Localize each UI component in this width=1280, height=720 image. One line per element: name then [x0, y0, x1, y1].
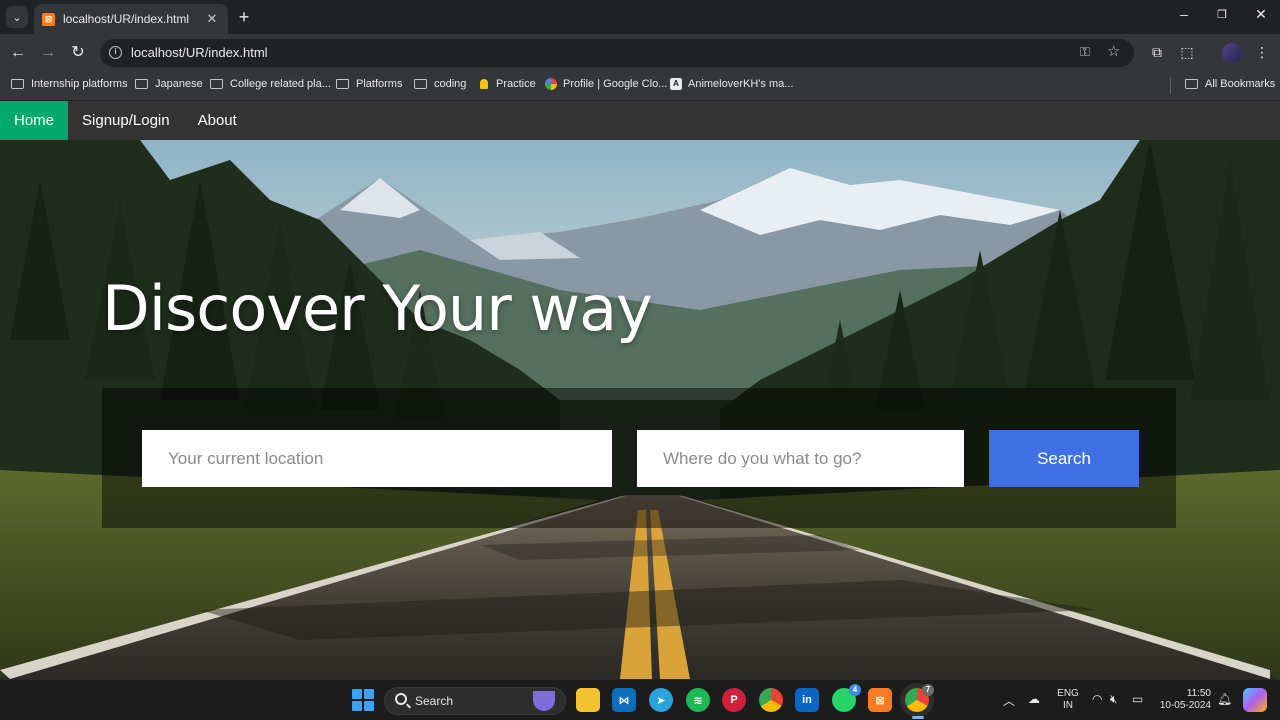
lang-line2: IN — [1063, 700, 1073, 711]
close-tab-icon[interactable]: ✕ — [204, 11, 220, 27]
search-icon — [395, 693, 407, 705]
nav-signup-login[interactable]: Signup/Login — [68, 101, 184, 140]
profile-avatar[interactable] — [1222, 43, 1242, 63]
clock[interactable]: 11:50 10-05-2024 — [1156, 688, 1211, 712]
password-key-icon[interactable]: ⚿ — [1080, 44, 1090, 60]
bookmark-coding[interactable]: coding — [414, 78, 466, 90]
reload-icon[interactable]: ↻ — [68, 43, 88, 63]
bookmark-star-icon[interactable]: ☆ — [1107, 42, 1120, 60]
telegram-icon[interactable]: ➤ — [649, 688, 673, 712]
all-bookmarks[interactable]: All Bookmarks — [1185, 78, 1275, 90]
maximize-icon[interactable]: ❐ — [1210, 8, 1234, 21]
bookmark-label: College related pla... — [230, 78, 331, 90]
windows-taskbar: Search ⋈ ➤ ≋ P in 4 ⊠ 7 ︿ ☁ ENG IN ◠ 🔇︎ … — [0, 679, 1280, 720]
address-url[interactable]: localhost/UR/index.html — [131, 45, 268, 60]
extensions-icon[interactable]: ⬚ — [1177, 44, 1197, 61]
file-explorer-icon[interactable] — [576, 688, 600, 712]
battery-icon[interactable]: ▭ — [1132, 692, 1143, 706]
search-highlight-icon — [533, 691, 555, 711]
folder-icon — [336, 79, 349, 89]
bookmark-platforms[interactable]: Platforms — [336, 78, 402, 90]
lang-line1: ENG — [1057, 688, 1079, 699]
wifi-icon[interactable]: ◠ — [1092, 692, 1102, 706]
search-button[interactable]: Search — [989, 430, 1139, 487]
active-app-indicator — [912, 716, 924, 719]
tab-title: localhost/UR/index.html — [63, 12, 190, 26]
bookmark-label: Platforms — [356, 78, 403, 90]
browser-tab[interactable]: ⊠ localhost/UR/index.html ✕ — [34, 4, 228, 34]
current-location-input[interactable] — [142, 430, 612, 487]
bookmark-label: Internship platforms — [31, 78, 128, 90]
spotify-icon[interactable]: ≋ — [686, 688, 710, 712]
web-page: Home Signup/Login About Discover Your wa… — [0, 101, 1280, 679]
hero-title: Discover Your way — [102, 272, 653, 345]
folder-icon — [210, 79, 223, 89]
taskbar-search-label: Search — [415, 694, 454, 708]
bookmark-college[interactable]: College related pla... — [210, 78, 331, 90]
linkedin-icon[interactable]: in — [795, 688, 819, 712]
bookmark-label: Japanese — [155, 78, 203, 90]
bookmark-google-cloud[interactable]: Profile | Google Clo... — [545, 78, 667, 90]
tab-search-chevron-icon[interactable]: ⌄ — [6, 6, 28, 28]
site-info-icon[interactable]: i — [109, 46, 122, 59]
search-panel: Search — [102, 388, 1176, 528]
folder-icon — [414, 79, 427, 89]
onedrive-icon[interactable]: ☁ — [1028, 692, 1040, 706]
xampp-icon: ⊠ — [42, 12, 55, 26]
taskbar-search[interactable]: Search — [384, 687, 566, 715]
volume-muted-icon[interactable]: 🔇︎ — [1110, 692, 1118, 707]
vscode-icon[interactable]: ⋈ — [612, 688, 636, 712]
bookmark-label: AnimeloverKH's ma... — [688, 78, 794, 90]
new-tab-icon[interactable]: + — [234, 7, 254, 28]
chevron-up-icon[interactable]: ︿ — [1003, 692, 1015, 709]
bookmarks-bar: Internship platforms Japanese College re… — [0, 72, 1280, 100]
site-icon: A — [670, 78, 682, 90]
close-window-icon[interactable]: ✕ — [1249, 6, 1273, 23]
bookmark-label: Profile | Google Clo... — [563, 78, 668, 90]
site-navbar: Home Signup/Login About — [0, 101, 1280, 140]
windows-start-icon[interactable] — [352, 689, 374, 711]
menu-kebab-icon[interactable]: ⋮ — [1252, 44, 1272, 61]
bookmarks-divider — [1170, 77, 1171, 94]
lens-icon[interactable]: ⧉ — [1147, 44, 1167, 61]
forward-icon[interactable]: → — [38, 43, 58, 63]
time: 11:50 — [1186, 688, 1211, 699]
notification-bell-icon[interactable]: 🔔︎ — [1217, 692, 1232, 706]
whatsapp-badge: 4 — [849, 684, 861, 696]
bookmark-japanese[interactable]: Japanese — [135, 78, 203, 90]
destination-input[interactable] — [637, 430, 964, 487]
chrome-icon[interactable] — [759, 688, 783, 712]
folder-icon — [1185, 79, 1198, 89]
hero-banner: Discover Your way Search — [0, 140, 1280, 679]
practice-icon — [480, 79, 488, 89]
bookmark-label: Practice — [496, 78, 536, 90]
google-cloud-icon — [545, 78, 557, 90]
minimize-icon[interactable]: – — [1172, 6, 1196, 22]
all-bookmarks-label: All Bookmarks — [1205, 78, 1276, 90]
chrome-active-icon[interactable]: 7 — [905, 684, 934, 712]
pinterest-icon[interactable]: P — [722, 688, 746, 712]
bookmark-animelover[interactable]: A AnimeloverKH's ma... — [670, 78, 793, 90]
address-bar[interactable]: i localhost/UR/index.html ⚿ ☆ — [100, 39, 1134, 67]
date: 10-05-2024 — [1159, 700, 1211, 711]
back-icon[interactable]: ← — [8, 43, 28, 63]
folder-icon — [11, 79, 24, 89]
nav-home[interactable]: Home — [0, 101, 69, 140]
xampp-taskbar-icon[interactable]: ⊠ — [868, 688, 892, 712]
bookmark-internship[interactable]: Internship platforms — [11, 78, 128, 90]
bookmark-practice[interactable]: Practice — [480, 78, 536, 90]
folder-icon — [135, 79, 148, 89]
chrome-badge: 7 — [922, 684, 934, 696]
tab-strip: ⌄ ⊠ localhost/UR/index.html ✕ + – ❐ ✕ — [0, 0, 1280, 34]
copilot-icon[interactable] — [1243, 688, 1267, 712]
browser-toolbar: ← → ↻ i localhost/UR/index.html ⚿ ☆ ⧉ ⬚ … — [0, 34, 1280, 72]
bookmark-label: coding — [434, 78, 467, 90]
nav-about[interactable]: About — [184, 101, 251, 140]
language-indicator[interactable]: ENG IN — [1057, 688, 1079, 712]
whatsapp-icon[interactable]: 4 — [832, 684, 861, 712]
